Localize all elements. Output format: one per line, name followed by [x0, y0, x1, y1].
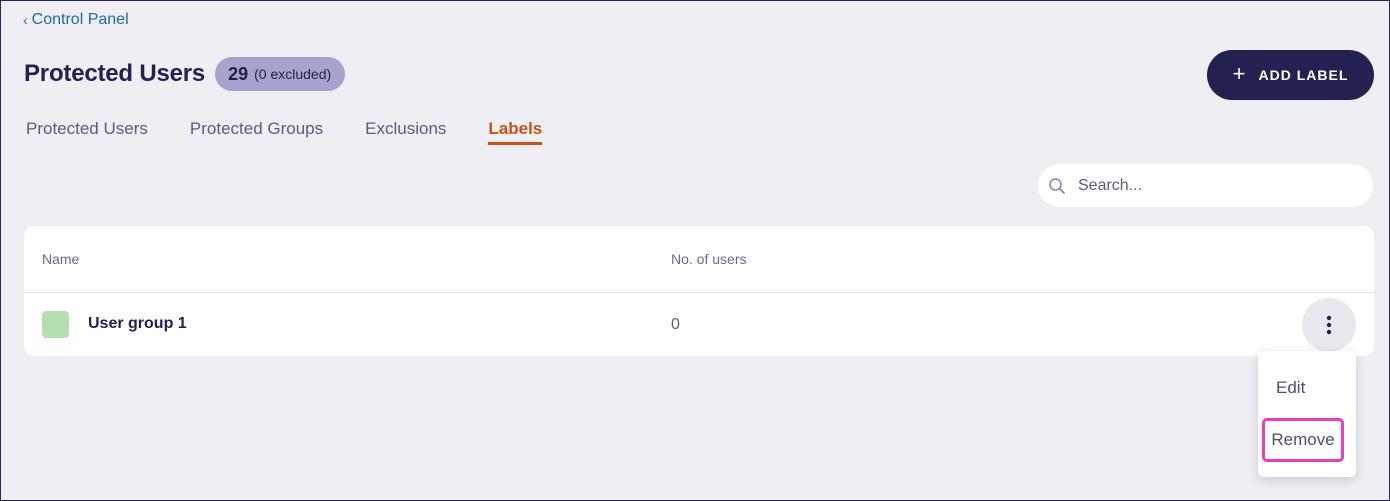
menu-item-remove[interactable]: Remove	[1262, 418, 1344, 462]
app-frame: ‹ Control Panel Protected Users 29 (0 ex…	[0, 0, 1390, 501]
search-input[interactable]	[1076, 175, 1360, 196]
column-header-name: Name	[42, 251, 80, 267]
excluded-count: (0 excluded)	[254, 66, 332, 82]
tab-protected-users[interactable]: Protected Users	[26, 119, 148, 145]
kebab-menu-icon	[1326, 315, 1332, 335]
tab-exclusions[interactable]: Exclusions	[365, 119, 446, 145]
row-actions-menu: Edit Remove	[1258, 351, 1356, 477]
add-label-button-label: ADD LABEL	[1258, 67, 1349, 83]
column-header-users: No. of users	[671, 251, 747, 267]
labels-table: Name No. of users User group 1 0	[24, 226, 1374, 356]
page-title: Protected Users	[24, 60, 206, 87]
search-box	[1038, 164, 1373, 207]
label-color-swatch	[42, 311, 69, 338]
search-icon	[1049, 177, 1065, 194]
label-user-count: 0	[671, 316, 680, 333]
chevron-left-icon: ‹	[23, 12, 28, 28]
user-count-badge: 29 (0 excluded)	[215, 57, 346, 91]
tab-bar: Protected Users Protected Groups Exclusi…	[26, 119, 584, 145]
tab-protected-groups[interactable]: Protected Groups	[190, 119, 323, 145]
title-row: Protected Users 29 (0 excluded)	[24, 57, 346, 91]
add-label-button[interactable]: + ADD LABEL	[1207, 50, 1374, 100]
tab-labels[interactable]: Labels	[488, 119, 543, 145]
plus-icon: +	[1232, 61, 1247, 86]
label-name: User group 1	[88, 315, 187, 332]
breadcrumb-label: Control Panel	[31, 11, 129, 28]
row-actions-button[interactable]	[1302, 298, 1356, 352]
breadcrumb-back-link[interactable]: ‹ Control Panel	[23, 11, 129, 29]
count-value: 29	[228, 63, 249, 84]
header-divider	[24, 292, 1374, 293]
menu-item-edit[interactable]: Edit	[1276, 378, 1374, 398]
